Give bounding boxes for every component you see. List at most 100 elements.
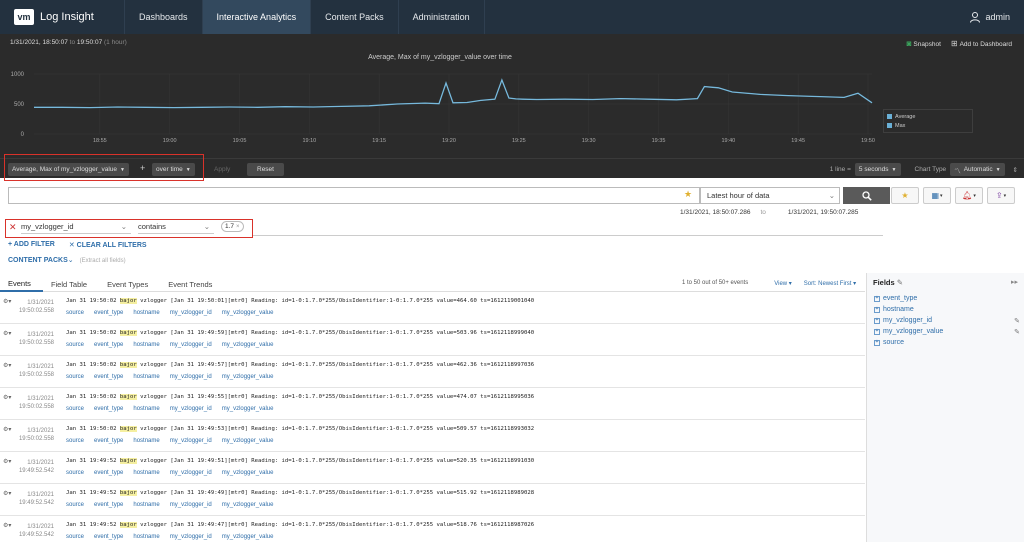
alerts-button[interactable]: 🔔︎ ▾	[955, 187, 983, 204]
event-field-link[interactable]: event_type	[94, 342, 123, 348]
event-text[interactable]: Jan 31 19:49:52 bajor vzlogger [Jan 31 1…	[66, 522, 534, 528]
event-host-highlight[interactable]: bajor	[119, 490, 137, 496]
event-row[interactable]: ⚙▾ 1/31/2021 19:50:02.558 Jan 31 19:50:02 b…	[0, 388, 865, 420]
time-range-dropdown[interactable]: Latest hour of data ⌄	[700, 187, 840, 204]
reset-button[interactable]: Reset	[247, 163, 284, 176]
event-field-link[interactable]: my_vzlogger_value	[222, 502, 274, 508]
event-field-link[interactable]: hostname	[133, 502, 159, 508]
apply-button[interactable]: Apply	[208, 163, 236, 176]
tab-event-types[interactable]: Event Types	[99, 276, 160, 292]
brand[interactable]: vm Log Insight	[0, 0, 124, 34]
snapshot-button[interactable]: ◙ Snapshot	[907, 39, 941, 48]
pencil-icon[interactable]: ✎	[1014, 317, 1020, 325]
add-to-dashboard-button[interactable]: ⊞ Add to Dashboard	[951, 39, 1012, 48]
event-text[interactable]: Jan 31 19:50:02 bajor vzlogger [Jan 31 1…	[66, 394, 534, 400]
field-item[interactable]: + my_vzlogger_value ✎	[874, 326, 1022, 337]
event-field-link[interactable]: event_type	[94, 374, 123, 380]
event-field-link[interactable]: my_vzlogger_value	[222, 438, 274, 444]
filter-operator-dropdown[interactable]: contains ⌄	[138, 222, 214, 234]
event-field-link[interactable]: event_type	[94, 406, 123, 412]
chart-type-dropdown[interactable]: 〽 Automatic ▼	[950, 163, 1005, 176]
expand-plus-icon[interactable]: +	[874, 295, 880, 302]
event-field-link[interactable]: source	[66, 470, 84, 476]
view-dropdown[interactable]: View ▾	[774, 280, 792, 287]
field-item[interactable]: + my_vzlogger_id ✎	[874, 315, 1022, 326]
event-field-link[interactable]: my_vzlogger_id	[170, 310, 212, 316]
grouping-dropdown[interactable]: over time ▼	[152, 163, 195, 176]
collapse-panel-icon[interactable]: ▸▸	[1011, 278, 1018, 286]
tab-events[interactable]: Events	[0, 276, 43, 292]
event-field-link[interactable]: my_vzlogger_id	[170, 406, 212, 412]
event-row[interactable]: ⚙▾ 1/31/2021 19:50:02.558 Jan 31 19:50:02 b…	[0, 324, 865, 356]
favorite-star-icon[interactable]: ★	[684, 189, 692, 200]
event-row[interactable]: ⚙▾ 1/31/2021 19:49:52.542 Jan 31 19:49:52 b…	[0, 516, 865, 542]
extract-fields-hint[interactable]: (Extract all fields)	[80, 258, 126, 264]
event-row[interactable]: ⚙▾ 1/31/2021 19:50:02.558 Jan 31 19:50:02 b…	[0, 292, 865, 324]
aggregation-dropdown[interactable]: Average, Max of my_vzlogger_value ▼	[8, 163, 129, 176]
event-field-link[interactable]: source	[66, 342, 84, 348]
resize-handle-icon[interactable]: ⇕	[1013, 166, 1018, 174]
event-host-highlight[interactable]: bajor	[119, 330, 137, 336]
event-row[interactable]: ⚙▾ 1/31/2021 19:50:02.558 Jan 31 19:50:02 b…	[0, 356, 865, 388]
pencil-icon[interactable]: ✎	[897, 278, 903, 287]
export-button[interactable]: ⇪ ▾	[987, 187, 1015, 204]
event-field-link[interactable]: my_vzlogger_id	[170, 438, 212, 444]
event-host-highlight[interactable]: bajor	[119, 394, 137, 400]
expand-plus-icon[interactable]: +	[874, 328, 880, 335]
event-field-link[interactable]: event_type	[94, 534, 123, 540]
interval-dropdown[interactable]: 5 seconds ▼	[854, 163, 901, 176]
event-field-link[interactable]: source	[66, 534, 84, 540]
event-host-highlight[interactable]: bajor	[119, 522, 137, 528]
filter-field-dropdown[interactable]: my_vzlogger_id ⌄	[21, 222, 131, 234]
event-field-link[interactable]: my_vzlogger_id	[170, 470, 212, 476]
event-text[interactable]: Jan 31 19:50:02 bajor vzlogger [Jan 31 1…	[66, 298, 534, 304]
nav-tab-interactive-analytics[interactable]: Interactive Analytics	[201, 0, 311, 34]
event-row[interactable]: ⚙▾ 1/31/2021 19:49:52.542 Jan 31 19:49:52 b…	[0, 452, 865, 484]
sort-dropdown[interactable]: Sort: Newest First ▾	[804, 280, 856, 287]
legend-item-max[interactable]: Max	[887, 121, 969, 130]
expand-plus-icon[interactable]: +	[874, 317, 880, 324]
event-text[interactable]: Jan 31 19:50:02 bajor vzlogger [Jan 31 1…	[66, 362, 534, 368]
event-field-link[interactable]: source	[66, 406, 84, 412]
event-field-link[interactable]: my_vzlogger_id	[170, 534, 212, 540]
field-item[interactable]: + source	[874, 337, 1022, 348]
event-field-link[interactable]: event_type	[94, 438, 123, 444]
event-text[interactable]: Jan 31 19:49:52 bajor vzlogger [Jan 31 1…	[66, 458, 534, 464]
event-field-link[interactable]: my_vzlogger_value	[222, 534, 274, 540]
legend-item-average[interactable]: Average	[887, 112, 969, 121]
close-icon[interactable]: ×	[236, 224, 240, 230]
event-field-link[interactable]: my_vzlogger_value	[222, 310, 274, 316]
event-field-link[interactable]: source	[66, 502, 84, 508]
add-filter-link[interactable]: + ADD FILTER	[8, 241, 55, 249]
event-field-link[interactable]: hostname	[133, 310, 159, 316]
event-field-link[interactable]: hostname	[133, 438, 159, 444]
event-text[interactable]: Jan 31 19:50:02 bajor vzlogger [Jan 31 1…	[66, 426, 534, 432]
event-field-link[interactable]: my_vzlogger_id	[170, 342, 212, 348]
field-item[interactable]: + event_type	[874, 293, 1022, 304]
clear-all-filters-link[interactable]: ✕ CLEAR ALL FILTERS	[69, 241, 147, 249]
event-host-highlight[interactable]: bajor	[119, 298, 137, 304]
event-field-link[interactable]: my_vzlogger_value	[222, 406, 274, 412]
tab-field-table[interactable]: Field Table	[43, 276, 99, 292]
event-host-highlight[interactable]: bajor	[119, 426, 137, 432]
event-field-link[interactable]: event_type	[94, 470, 123, 476]
event-field-link[interactable]: hostname	[133, 534, 159, 540]
add-aggregation-button[interactable]: +	[140, 163, 145, 173]
event-field-link[interactable]: source	[66, 438, 84, 444]
nav-tab-administration[interactable]: Administration	[397, 0, 484, 34]
field-item[interactable]: + hostname	[874, 304, 1022, 315]
event-field-link[interactable]: event_type	[94, 502, 123, 508]
event-field-link[interactable]: source	[66, 310, 84, 316]
line-chart[interactable]: 1000 500 0 18:55 19:00 19:05 19:10 19:15 19:20 19…	[0, 34, 1024, 158]
event-field-link[interactable]: my_vzlogger_id	[170, 374, 212, 380]
event-field-link[interactable]: hostname	[133, 342, 159, 348]
user-menu[interactable]: admin	[969, 11, 1024, 23]
event-text[interactable]: Jan 31 19:49:52 bajor vzlogger [Jan 31 1…	[66, 490, 534, 496]
nav-tab-content-packs[interactable]: Content Packs	[310, 0, 398, 34]
add-to-dashboard-query-button[interactable]: ▦ ▾	[923, 187, 951, 204]
event-field-link[interactable]: event_type	[94, 310, 123, 316]
event-field-link[interactable]: hostname	[133, 406, 159, 412]
remove-filter-icon[interactable]: ✕	[9, 222, 17, 233]
event-text[interactable]: Jan 31 19:50:02 bajor vzlogger [Jan 31 1…	[66, 330, 534, 336]
favorites-button[interactable]: ★	[891, 187, 919, 204]
